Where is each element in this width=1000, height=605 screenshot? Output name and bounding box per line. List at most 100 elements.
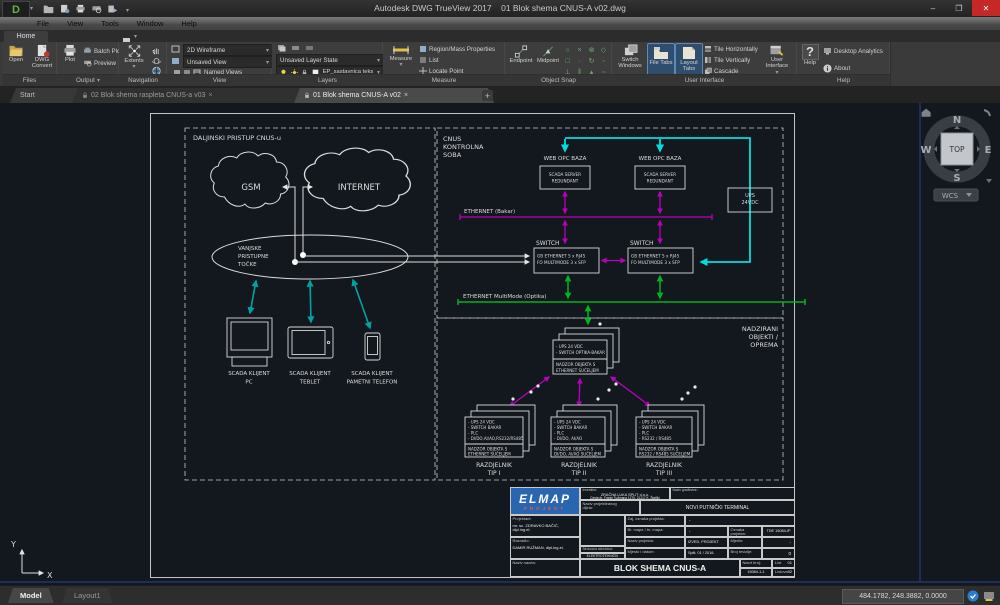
menu-bar: File View Tools Window Help: [0, 17, 1000, 30]
panel-label-object-snap: Object Snap: [505, 74, 612, 86]
svg-text:TOČKE: TOČKE: [237, 261, 257, 268]
menu-file[interactable]: File: [28, 19, 58, 28]
tab-start-label: Start: [20, 92, 35, 99]
internet-cloud: INTERNET: [305, 148, 411, 211]
preview-button[interactable]: Preview: [83, 59, 116, 67]
scada-client-phone: SCADA KLIJENT PAMETNI TELEFON: [347, 333, 398, 386]
osnap-rotate-icon[interactable]: ↻: [586, 56, 597, 66]
tb-map-label: Br. mape / br. mapa:: [625, 526, 685, 537]
help-button[interactable]: ? Help: [800, 44, 820, 66]
layer-state-dropdown[interactable]: Unsaved Layer State▾: [276, 54, 384, 66]
tb-designer: Projektant: mr. sc. ZDRAVKO BAČIĆ, dipl.…: [510, 515, 580, 537]
svg-text:SWITCH: SWITCH: [536, 240, 560, 247]
svg-text:SCADA KLIJENT: SCADA KLIJENT: [351, 371, 393, 377]
measure-dropdown-icon[interactable]: ▾: [399, 62, 402, 69]
midpoint-button[interactable]: Midpoint: [535, 45, 561, 64]
menu-view[interactable]: View: [58, 19, 92, 28]
viewcube-north[interactable]: N: [953, 115, 961, 126]
menu-help[interactable]: Help: [172, 19, 205, 28]
scada-server-box-2: SCADA SERVER REDUNDANT: [635, 166, 685, 189]
tile-horizontally-button[interactable]: Tile Horizontally: [704, 45, 758, 53]
measure-button[interactable]: Measure ▾: [387, 44, 415, 69]
tb-scale-value: -: [762, 537, 795, 548]
osnap-extension-icon[interactable]: ∙: [574, 56, 585, 66]
list-button[interactable]: List: [419, 56, 439, 64]
tb-investor: Investitor: ZRAČNA LUKA SPLIT d.o.o. Ces…: [580, 487, 670, 500]
new-tab-button[interactable]: +: [482, 90, 493, 101]
web-opc-label: WEB OPC BAZA: [544, 156, 587, 162]
tab-home[interactable]: Home: [4, 31, 48, 42]
orbit-icon[interactable]: [151, 56, 162, 66]
layout-tabs-label: Layout Tabs: [680, 60, 697, 73]
panel-files: Open DWG Convert Files: [2, 42, 58, 86]
layout-tab[interactable]: Layout1: [62, 588, 113, 603]
tb-rev-value: 0: [762, 548, 795, 559]
viewcube-west[interactable]: W: [920, 145, 931, 156]
region-mass-properties-button[interactable]: Region/Mass Properties: [419, 45, 495, 53]
layer-properties-icon[interactable]: [277, 44, 286, 52]
scada-client-pc: SCADA KLIJENT PC: [227, 318, 272, 386]
layer-freeze-icon[interactable]: [291, 44, 300, 52]
list-label: List: [429, 57, 439, 64]
panel-navigation: Extents ▾ Navigation: [119, 42, 168, 86]
wcs-dropdown[interactable]: WCS: [934, 189, 978, 201]
zoom-extents-dropdown-icon[interactable]: ▾: [132, 64, 135, 71]
viewcube-orbit-icon[interactable]: [984, 110, 990, 116]
monitored-area-label: NADZIRANI: [742, 325, 778, 333]
menu-tools[interactable]: Tools: [92, 19, 128, 28]
drawing-canvas[interactable]: DALJINSKI PRISTUP CNUS-u CNUS KONTROLNA …: [0, 103, 1000, 585]
switch-windows-button[interactable]: Switch Windows: [616, 44, 644, 70]
tab-close-icon[interactable]: ×: [208, 92, 212, 99]
tb-drafter: Razradio: DAMIR RUŽMAN, dipl.ing.el.: [510, 537, 580, 559]
maximize-button[interactable]: ❐: [946, 0, 972, 16]
tab-doc-inactive[interactable]: 02 Blok shema raspleta CNUS-a v03 ×: [72, 88, 312, 103]
view-state-dropdown[interactable]: Unsaved View▾: [183, 56, 273, 68]
visual-style-dropdown[interactable]: 2D Wireframe▾: [183, 44, 273, 56]
viewcube-home-icon[interactable]: [922, 109, 931, 117]
svg-text:SCADA SERVER: SCADA SERVER: [644, 172, 676, 177]
close-button[interactable]: ✕: [972, 0, 1000, 16]
output-flyout-icon[interactable]: ▾: [97, 77, 100, 84]
cabinet-tip1: - UPS 24 VDC - SWITCH BAKAR - PLC - DI/D…: [465, 405, 535, 477]
panel-user-interface: Switch Windows File Tabs Layout Tabs Til…: [612, 42, 798, 86]
svg-text:SOBA: SOBA: [443, 151, 462, 159]
panel-label-measure: Measure: [383, 74, 505, 86]
open-button[interactable]: Open: [5, 44, 27, 63]
svg-text:SCADA KLIJENT: SCADA KLIJENT: [228, 371, 270, 377]
endpoint-button[interactable]: Endpoint: [508, 45, 534, 64]
tab-doc-active[interactable]: 01 Blok shema CNUS-A v02 ×: [294, 88, 494, 103]
menu-window[interactable]: Window: [128, 19, 173, 28]
osnap-nearest-icon[interactable]: ◦: [598, 56, 609, 66]
scada-client-tablet: SCADA KLIJENT TEBLET: [288, 327, 333, 386]
viewcube-east[interactable]: E: [985, 145, 992, 156]
tile-vertically-button[interactable]: Tile Vertically: [704, 56, 750, 64]
list-icon: [419, 56, 427, 64]
osnap-intersection-icon[interactable]: ⊗: [586, 45, 597, 55]
dwg-convert-button[interactable]: DWG Convert: [29, 44, 55, 70]
ucs-icon: Y X: [10, 540, 53, 580]
tab-close-icon[interactable]: ×: [404, 92, 408, 99]
svg-text:Y: Y: [10, 540, 16, 549]
zoom-extents-button[interactable]: Extents ▾: [121, 44, 147, 71]
osnap-quadrant-icon[interactable]: ◇: [598, 45, 609, 55]
svg-text:PC: PC: [245, 380, 252, 386]
osnap-node-icon[interactable]: ×: [574, 45, 585, 55]
isolate-objects-icon[interactable]: [982, 589, 996, 603]
pan-hand-icon[interactable]: [151, 45, 162, 55]
batch-plot-button[interactable]: Batch Plot: [83, 47, 122, 55]
plot-button[interactable]: Plot: [59, 44, 81, 63]
minimize-button[interactable]: –: [920, 0, 946, 16]
desktop-analytics-button[interactable]: Desktop Analytics: [823, 47, 883, 55]
viewcube[interactable]: N S W E TOP WCS: [918, 105, 996, 207]
osnap-insertion-icon[interactable]: □: [562, 56, 573, 66]
osnap-center-icon[interactable]: ○: [562, 45, 573, 55]
viewcube-south[interactable]: S: [953, 173, 960, 184]
svg-text:INTERNET: INTERNET: [338, 183, 381, 193]
model-tab[interactable]: Model: [8, 588, 54, 603]
viewcube-menu-icon[interactable]: [986, 179, 992, 183]
annotation-monitor-icon[interactable]: [966, 589, 980, 603]
about-button[interactable]: About: [823, 64, 850, 73]
layer-off-icon[interactable]: [305, 44, 314, 52]
user-interface-button[interactable]: User Interface ▾: [762, 44, 792, 76]
ribbon-options-dropdown-icon[interactable]: ▾: [134, 33, 137, 40]
